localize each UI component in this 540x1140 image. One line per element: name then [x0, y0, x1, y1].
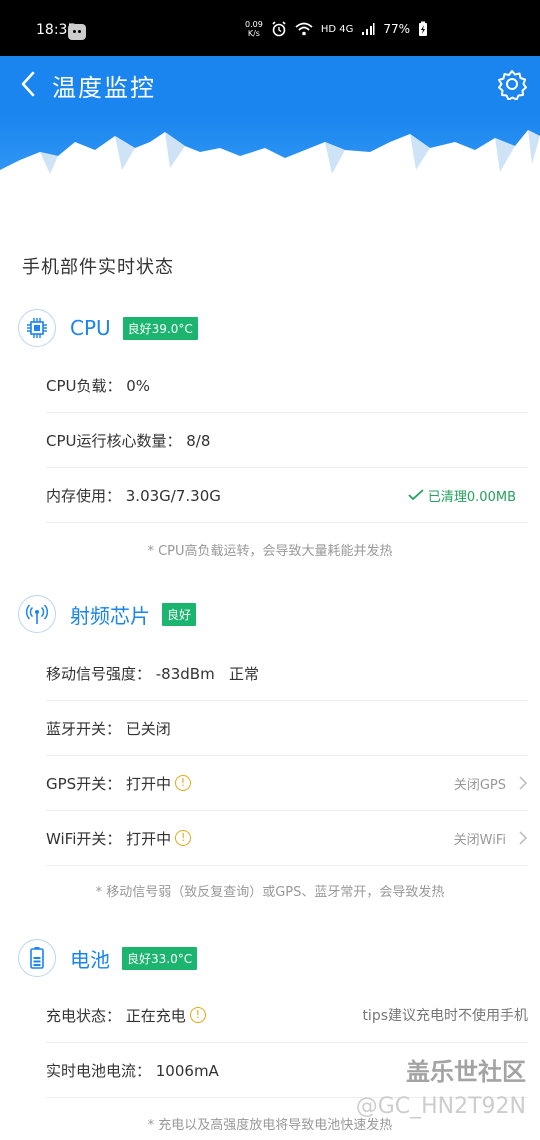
rf-title: 射频芯片: [70, 603, 150, 628]
close-gps-button[interactable]: 关闭GPS: [454, 774, 528, 793]
warning-icon: !: [174, 775, 191, 791]
cpu-cores-row: CPU运行核心数量： 8/8: [46, 413, 528, 468]
wifi-row[interactable]: WiFi开关： 打开中 ! 关闭WiFi: [46, 811, 528, 866]
bluetooth-label: 蓝牙开关： 已关闭: [46, 719, 171, 738]
signal-icon: [362, 23, 375, 35]
wifi-icon: [295, 22, 313, 36]
battery-title: 电池: [70, 947, 110, 972]
mountain-banner: [0, 112, 540, 202]
gear-icon: [498, 70, 527, 101]
rf-status-badge: 良好: [162, 602, 197, 626]
cpu-group-header: CPU 良好39.0°C: [18, 309, 198, 347]
status-bar: 18:35 0.09 K/s HD 4G 77%: [0, 0, 540, 56]
antenna-icon: [18, 595, 56, 633]
cpu-load-label: CPU负载： 0%: [46, 376, 151, 395]
close-wifi-button[interactable]: 关闭WiFi: [454, 829, 528, 848]
signal-strength-label: 移动信号强度： -83dBm 正常: [46, 664, 259, 683]
battery-charging-icon: [419, 21, 427, 36]
chevron-right-icon: [519, 776, 528, 790]
settings-button[interactable]: [496, 68, 528, 101]
warning-icon: !: [189, 1007, 206, 1023]
cpu-cores-label: CPU运行核心数量： 8/8: [46, 431, 211, 450]
battery-current-label: 实时电池电流： 1006mA: [46, 1061, 219, 1080]
bluetooth-row: 蓝牙开关： 已关闭: [46, 701, 528, 756]
gps-row[interactable]: GPS开关： 打开中 ! 关闭GPS: [46, 756, 528, 811]
wifi-label: WiFi开关： 打开中: [46, 829, 172, 848]
network-speed: 0.09 K/s: [245, 20, 263, 38]
back-button[interactable]: [10, 66, 46, 102]
rf-note: * 移动信号弱（致反复查询）或GPS、蓝牙常开，会导致发热: [95, 885, 445, 900]
check-icon: [408, 489, 424, 501]
memory-clean-label: 已清理0.00MB: [427, 489, 516, 505]
charging-tips: tips建议充电时不使用手机: [362, 1008, 528, 1024]
charging-row: 充电状态： 正在充电 ! tips建议充电时不使用手机: [46, 988, 528, 1043]
memory-row: 内存使用： 3.03G/7.30G 已清理0.00MB: [46, 468, 528, 523]
battery-percent: 77%: [383, 22, 410, 36]
page-title: 温度监控: [52, 74, 156, 102]
battery-icon: [18, 939, 56, 977]
cpu-status-badge: 良好39.0°C: [122, 316, 198, 340]
network-type: HD 4G: [320, 23, 354, 35]
signal-strength-row: 移动信号强度： -83dBm 正常: [46, 646, 528, 701]
gps-label: GPS开关： 打开中: [46, 774, 171, 793]
status-indicators: 0.09 K/s HD 4G 77%: [245, 20, 428, 38]
close-gps-label: 关闭GPS: [453, 777, 506, 793]
cpu-title: CPU: [70, 316, 111, 340]
section-heading: 手机部件实时状态: [22, 257, 174, 278]
rf-group-header: 射频芯片 良好: [18, 595, 197, 633]
alarm-icon: [272, 21, 286, 37]
battery-status-badge: 良好33.0°C: [122, 946, 198, 970]
watermark-user: @GC_HN2T92N: [355, 1094, 526, 1119]
charging-label: 充电状态： 正在充电: [46, 1006, 186, 1025]
back-arrow-icon: [21, 71, 35, 97]
watermark-community: 盖乐世社区: [406, 1058, 526, 1086]
memory-clean-button[interactable]: 已清理0.00MB: [408, 486, 528, 505]
cpu-load-row: CPU负载： 0%: [46, 358, 528, 413]
close-wifi-label: 关闭WiFi: [453, 832, 506, 848]
app-notification-icon: [68, 24, 86, 40]
battery-group-header: 电池 良好33.0°C: [18, 939, 198, 977]
cpu-chip-icon: [18, 309, 56, 347]
app-bar: 温度监控: [0, 56, 540, 112]
cpu-note: * CPU高负载运转，会导致大量耗能并发热: [147, 544, 393, 559]
chevron-right-icon: [519, 831, 528, 845]
warning-icon: !: [175, 830, 192, 846]
memory-label: 内存使用： 3.03G/7.30G: [46, 486, 221, 505]
